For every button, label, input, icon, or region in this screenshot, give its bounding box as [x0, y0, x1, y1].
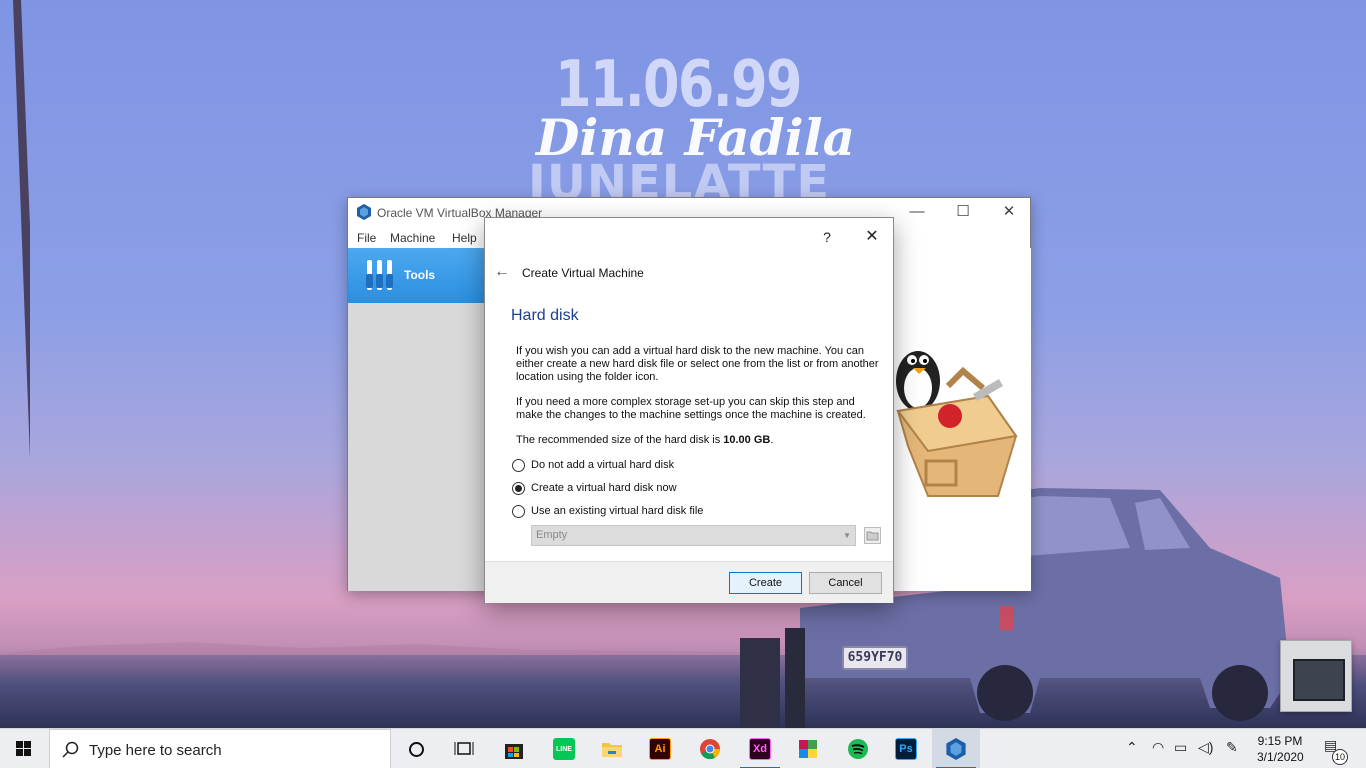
illustrator-icon[interactable]: Ai	[636, 729, 684, 768]
vbox-sidebar: Tools	[348, 248, 485, 591]
volume-icon[interactable]: ◁)	[1198, 739, 1213, 756]
chrome-icon[interactable]	[686, 729, 734, 768]
xd-icon[interactable]: Xd	[736, 729, 784, 768]
chevron-up-icon[interactable]: ⌃	[1126, 739, 1138, 756]
create-button[interactable]: Create	[729, 572, 802, 594]
window-close-button[interactable]: ✕	[986, 198, 1032, 226]
dialog-heading: Create Virtual Machine	[522, 266, 644, 280]
option-no-disk[interactable]: Do not add a virtual hard disk	[512, 456, 674, 474]
chevron-down-icon: ▼	[843, 531, 851, 540]
recommended-size-value: 10.00 GB	[723, 434, 771, 446]
microsoft-store-icon[interactable]	[490, 729, 538, 768]
virtualbox-logo-icon	[357, 204, 371, 220]
create-vm-dialog: ? ✕ ← Create Virtual Machine Hard disk I…	[484, 217, 894, 603]
task-view-icon[interactable]	[440, 729, 488, 768]
notification-count-badge: 10	[1332, 749, 1348, 765]
radio-button[interactable]	[512, 458, 525, 472]
winrar-icon[interactable]	[784, 729, 832, 768]
cortana-icon[interactable]	[392, 729, 440, 768]
virtualbox-taskbar-icon[interactable]	[932, 729, 980, 768]
photoshop-icon[interactable]: Ps	[882, 729, 930, 768]
line-icon[interactable]: LINE	[540, 729, 588, 768]
recommended-size-prefix: The recommended size of the hard disk is	[516, 434, 724, 446]
menu-file[interactable]: File	[357, 231, 376, 245]
recommended-size-text: The recommended size of the hard disk is…	[516, 434, 884, 447]
back-arrow-icon[interactable]: ←	[492, 262, 512, 282]
clock-time[interactable]: 9:15 PM	[1257, 734, 1303, 748]
description-paragraph-1: If you wish you can add a virtual hard d…	[516, 345, 879, 383]
menu-machine[interactable]: Machine	[390, 231, 435, 245]
dialog-footer: Create Cancel	[485, 561, 893, 603]
clock-date[interactable]: 3/1/2020	[1257, 750, 1304, 764]
windows-start-icon[interactable]	[0, 729, 48, 768]
spotify-icon[interactable]	[834, 729, 882, 768]
radio-button-selected[interactable]	[512, 481, 525, 495]
pen-icon[interactable]: ✎	[1226, 739, 1238, 756]
description-paragraph-2: If you need a more complex storage set-u…	[516, 396, 866, 421]
cancel-button[interactable]: Cancel	[809, 572, 882, 594]
option-label: Use an existing virtual hard disk file	[531, 505, 704, 517]
option-create-disk[interactable]: Create a virtual hard disk now	[512, 479, 677, 497]
dialog-body: If you wish you can add a virtual hard d…	[516, 345, 884, 459]
option-existing-disk[interactable]: Use an existing virtual hard disk file	[512, 502, 703, 520]
tux-toolbox-illustration	[896, 351, 1018, 497]
taskbar: Type here to search LINE Ai Xd Ps ⌃ ◠ ▭ …	[0, 728, 1366, 768]
search-icon	[62, 741, 79, 758]
network-icon[interactable]: ◠	[1152, 739, 1164, 756]
option-label: Do not add a virtual hard disk	[531, 459, 675, 471]
radio-button[interactable]	[512, 504, 525, 518]
tools-icon	[366, 260, 393, 290]
page-title: Hard disk	[511, 307, 579, 324]
maximize-button[interactable]: ☐	[940, 198, 986, 226]
file-explorer-icon[interactable]	[588, 729, 636, 768]
menu-help[interactable]: Help	[452, 231, 477, 245]
tray-overflow-popup[interactable]	[1280, 640, 1352, 712]
taskbar-search-box[interactable]: Type here to search	[49, 729, 391, 768]
folder-browse-icon[interactable]	[864, 527, 881, 544]
license-plate: 659YF70	[842, 646, 908, 670]
keyboard-icon[interactable]	[1293, 659, 1345, 701]
tools-label: Tools	[404, 268, 436, 282]
recommended-size-suffix: .	[770, 434, 774, 446]
existing-disk-select[interactable]: Empty ▼	[531, 525, 856, 546]
help-button[interactable]: ?	[812, 224, 842, 250]
battery-icon[interactable]: ▭	[1174, 739, 1187, 756]
dialog-close-button[interactable]: ✕	[857, 224, 887, 250]
disk-select-value: Empty	[536, 529, 568, 541]
option-label: Create a virtual hard disk now	[531, 482, 677, 494]
wallpaper-pole	[13, 0, 30, 459]
minimize-button[interactable]: —	[894, 198, 940, 226]
sidebar-item-tools[interactable]: Tools	[348, 248, 485, 303]
search-placeholder: Type here to search	[89, 742, 222, 759]
